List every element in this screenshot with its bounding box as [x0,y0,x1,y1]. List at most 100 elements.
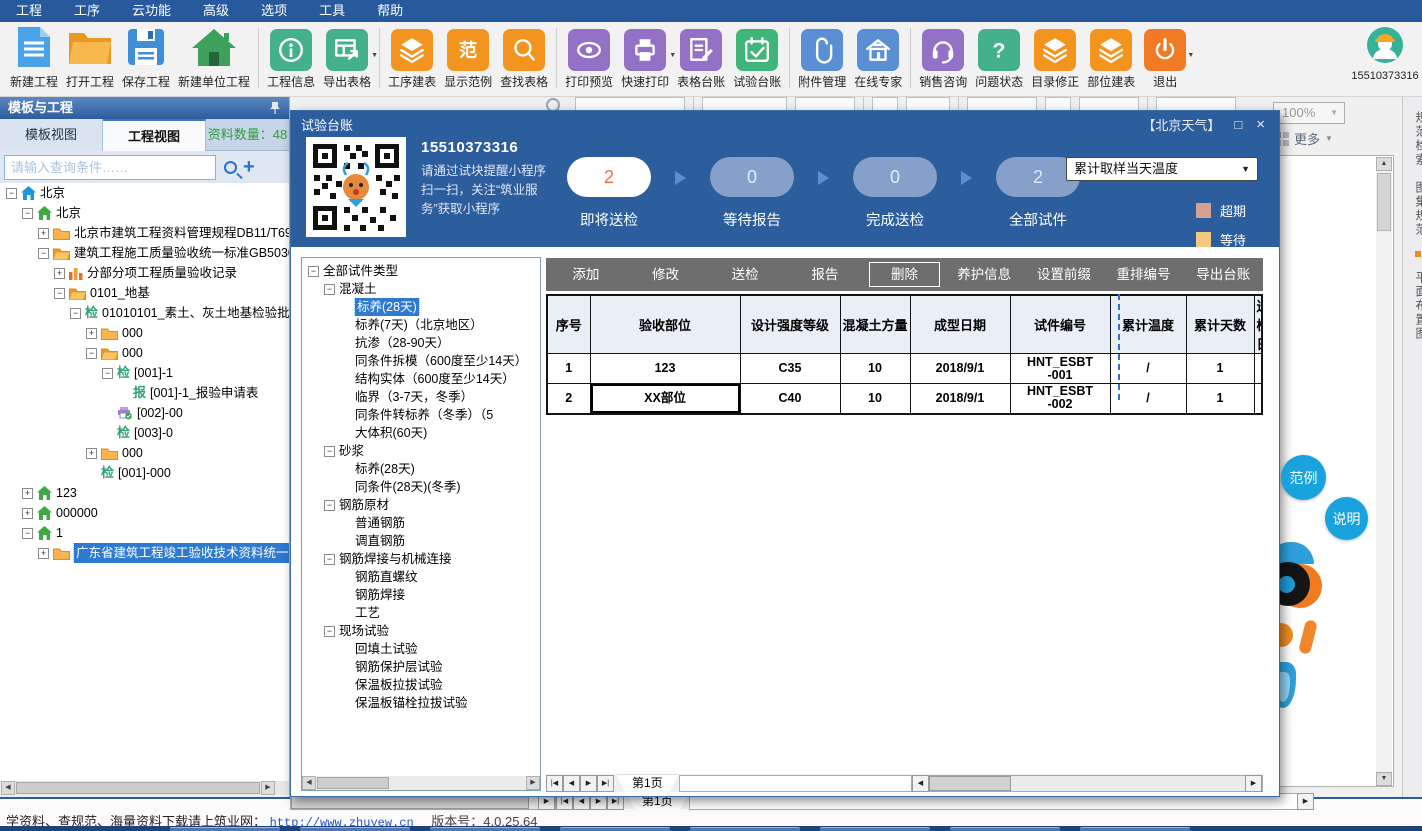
toolbar-button-查找表格[interactable]: 查找表格 [496,26,552,92]
tree-item[interactable]: 同条件拆模（600度至少14天） [302,352,540,370]
tree-item-label[interactable]: 抗渗（28-90天） [355,334,449,352]
tree-item-label[interactable]: 同条件拆模（600度至少14天） [355,352,527,370]
menu-帮助[interactable]: 帮助 [361,0,419,22]
tree-item-label[interactable]: 000 [122,443,143,463]
expand-icon[interactable]: + [86,328,97,339]
tree-item[interactable]: −现场试验 [302,622,540,640]
stat-完成送检[interactable]: 0完成送检 [847,157,943,230]
expand-icon[interactable]: + [38,548,49,559]
collapse-icon[interactable]: − [54,288,65,299]
expand-icon[interactable]: + [22,508,33,519]
tree-item-label[interactable]: 标养(28天) [355,298,419,316]
tree-item[interactable]: −1 [0,523,289,543]
tree-item-label[interactable]: 0101_地基 [90,283,150,303]
toolbar-button-问题状态[interactable]: ?问题状态 [971,26,1027,92]
collapse-icon[interactable]: − [324,500,335,511]
table-cell[interactable]: 123 [590,354,740,384]
toolbar-button-表格台账[interactable]: 表格台账 [673,26,729,92]
toolbar-button-新建工程[interactable]: 新建工程 [6,26,62,92]
maximize-icon[interactable]: □ [1234,117,1242,132]
tree-item[interactable]: − 0101_地基 [0,283,289,303]
toolbar-button-工序建表[interactable]: 工序建表 [384,26,440,92]
toolbar-button-工程信息[interactable]: 工程信息 [263,26,319,92]
tree-item[interactable]: +广东省建筑工程竣工验收技术资料统一 [0,543,289,563]
add-icon[interactable]: + [243,157,255,177]
collapse-icon[interactable]: − [86,348,97,359]
scroll-up-icon[interactable]: ▲ [1376,157,1392,171]
collapse-icon[interactable]: − [70,308,81,319]
tree-item[interactable]: 标养(28天) [302,298,540,316]
collapse-icon[interactable]: − [324,446,335,457]
tree-item[interactable]: 大体积(60天) [302,424,540,442]
tree-item[interactable]: +123 [0,483,289,503]
tree-item-label[interactable]: 钢筋焊接 [355,586,405,604]
column-header[interactable]: 试件编号 [1010,295,1110,354]
column-header[interactable]: 序号 [547,295,590,354]
table-cell[interactable]: 1 [1186,354,1254,384]
tree-item-label[interactable]: [001]-000 [118,463,171,483]
tree-item[interactable]: 检[001]-000 [0,463,289,483]
page-tab[interactable]: 第1页 [616,775,679,792]
table-cell[interactable]: / [1110,354,1186,384]
expand-icon[interactable]: + [22,488,33,499]
search-icon[interactable] [224,161,237,174]
toolbar-button-目录修正[interactable]: 目录修正 [1027,26,1083,92]
expand-icon[interactable]: + [38,228,49,239]
tree-item[interactable]: +分部分项工程质量验收记录 [0,263,289,283]
toolbar-button-试验台账[interactable]: 试验台账 [729,26,785,92]
tree-item-label[interactable]: 分部分项工程质量验收记录 [87,263,237,283]
collapse-icon[interactable]: − [324,554,335,565]
tree-item[interactable]: 回填土试验 [302,640,540,658]
tree-item-label[interactable]: 保温板锚栓拉拔试验 [355,694,468,712]
weather-link[interactable]: 【北京天气】 [1142,115,1220,134]
table-row[interactable]: 2XX部位C40102018/9/1HNT_ESBT-002/1 [547,384,1262,414]
scroll-right-icon[interactable]: ▶ [261,781,275,795]
tree-item[interactable]: 普通钢筋 [302,514,540,532]
toolbar-button-部位建表[interactable]: 部位建表 [1083,26,1139,92]
column-header[interactable]: 送检日 [1254,295,1262,354]
tree-item[interactable]: 钢筋焊接 [302,586,540,604]
tree-item[interactable]: [002]-00 [0,403,289,423]
tree-item[interactable]: 保温板拉拔试验 [302,676,540,694]
table-cell[interactable]: 10 [840,384,910,414]
tree-item[interactable]: 抗渗（28-90天） [302,334,540,352]
canvas-vertical-scrollbar[interactable]: ▲ ▼ [1376,157,1392,786]
table-cell[interactable]: HNT_ESBT-001 [1010,354,1110,384]
tree-item[interactable]: 同条件(28天)(冬季) [302,478,540,496]
menu-工程[interactable]: 工程 [0,0,58,22]
pin-icon[interactable] [269,97,281,119]
tree-item[interactable]: 标养(28天) [302,460,540,478]
tree-item-label[interactable]: 调直钢筋 [355,532,405,550]
scroll-left-icon[interactable]: ◀ [1,781,15,795]
menu-选项[interactable]: 选项 [245,0,303,22]
tree-item[interactable]: −北京 [0,203,289,223]
toolbar-button-快速打印[interactable]: ▼快速打印 [617,26,673,92]
tree-item[interactable]: +000000 [0,503,289,523]
collapse-icon[interactable]: − [22,528,33,539]
scroll-thumb[interactable] [1377,173,1391,231]
action-导出台账[interactable]: 导出台账 [1183,258,1263,291]
tree-item-label[interactable]: 结构实体（600度至少14天） [355,370,515,388]
table-cell[interactable]: 2018/9/1 [910,354,1010,384]
scroll-right-icon[interactable]: ▶ [1245,775,1262,792]
table-cell[interactable]: 2 [547,384,590,414]
tree-item-label[interactable]: 钢筋焊接与机械连接 [339,550,452,568]
type-tree-scrollbar[interactable]: ◀▶ [302,776,540,790]
table-cell[interactable]: 1 [547,354,590,384]
scroll-right-icon[interactable]: ▶ [526,776,540,790]
table-horizontal-scrollbar[interactable]: ◀ ▶ [911,775,1263,792]
scroll-thumb[interactable] [16,782,260,794]
column-header[interactable]: 成型日期 [910,295,1010,354]
column-header[interactable]: 累计天数 [1186,295,1254,354]
tree-item[interactable]: −钢筋原材 [302,496,540,514]
tree-item-label[interactable]: [001]-1_报验申请表 [150,383,258,403]
tree-item-label[interactable]: 同条件(28天)(冬季) [355,478,461,496]
tree-item-label[interactable]: 回填土试验 [355,640,418,658]
tree-item-label[interactable]: 标养(28天) [355,460,415,478]
tree-item[interactable]: 报[001]-1_报验申请表 [0,383,289,403]
collapse-icon[interactable]: − [324,626,335,637]
chevron-down-icon[interactable]: ▼ [371,52,378,59]
tree-item-label[interactable]: 混凝土 [339,280,377,298]
action-重排编号[interactable]: 重排编号 [1104,258,1184,291]
tree-item-label[interactable]: 1 [56,523,63,543]
